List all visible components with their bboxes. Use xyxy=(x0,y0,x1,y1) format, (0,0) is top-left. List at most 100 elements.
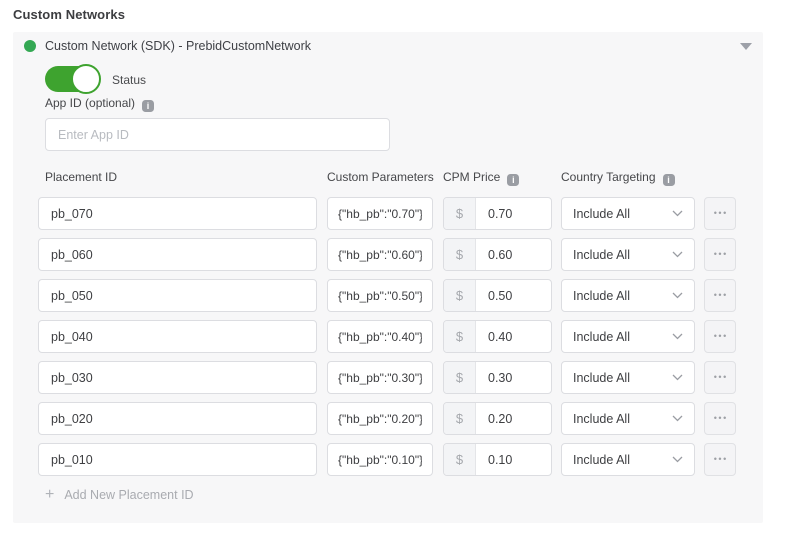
custom-parameters-input[interactable] xyxy=(327,402,433,435)
column-header-custom-parameters: Custom Parameters xyxy=(327,170,434,184)
custom-network-card: Custom Network (SDK) - PrebidCustomNetwo… xyxy=(13,32,763,523)
ellipsis-icon: ••• xyxy=(712,455,727,464)
cpm-price-header-text: CPM Price xyxy=(443,170,500,184)
cpm-price-input[interactable] xyxy=(476,239,551,270)
placement-row: $ Include All ••• xyxy=(13,197,763,230)
ellipsis-icon: ••• xyxy=(712,209,727,218)
info-icon[interactable]: i xyxy=(507,174,519,186)
currency-symbol: $ xyxy=(444,444,476,475)
country-targeting-value: Include All xyxy=(573,289,630,303)
info-icon[interactable]: i xyxy=(142,100,154,112)
placement-row: $ Include All ••• xyxy=(13,361,763,394)
row-options-button[interactable]: ••• xyxy=(704,443,736,476)
placement-id-input[interactable] xyxy=(38,443,317,476)
row-options-button[interactable]: ••• xyxy=(704,238,736,271)
currency-symbol: $ xyxy=(444,280,476,311)
country-targeting-select[interactable]: Include All xyxy=(561,238,695,271)
status-dot-icon xyxy=(24,40,36,52)
chevron-down-icon xyxy=(672,456,683,463)
collapse-chevron-icon[interactable] xyxy=(740,43,752,50)
placement-row: $ Include All ••• xyxy=(13,238,763,271)
cpm-price-input[interactable] xyxy=(476,198,551,229)
row-options-button[interactable]: ••• xyxy=(704,279,736,312)
cpm-price-field: $ xyxy=(443,197,552,230)
chevron-down-icon xyxy=(672,333,683,340)
placement-id-input[interactable] xyxy=(38,361,317,394)
add-new-placement-button[interactable]: + Add New Placement ID xyxy=(45,487,194,503)
column-header-country-targeting: Country Targeting i xyxy=(561,170,675,186)
country-targeting-select[interactable]: Include All xyxy=(561,361,695,394)
country-targeting-header-text: Country Targeting xyxy=(561,170,656,184)
status-label: Status xyxy=(112,73,146,87)
country-targeting-value: Include All xyxy=(573,412,630,426)
cpm-price-input[interactable] xyxy=(476,280,551,311)
chevron-down-icon xyxy=(672,374,683,381)
country-targeting-value: Include All xyxy=(573,330,630,344)
currency-symbol: $ xyxy=(444,321,476,352)
app-id-label-text: App ID (optional) xyxy=(45,96,135,110)
placement-id-input[interactable] xyxy=(38,197,317,230)
placement-row: $ Include All ••• xyxy=(13,402,763,435)
cpm-price-input[interactable] xyxy=(476,362,551,393)
cpm-price-input[interactable] xyxy=(476,403,551,434)
placement-row: $ Include All ••• xyxy=(13,279,763,312)
row-options-button[interactable]: ••• xyxy=(704,197,736,230)
custom-parameters-input[interactable] xyxy=(327,361,433,394)
custom-parameters-input[interactable] xyxy=(327,238,433,271)
ellipsis-icon: ••• xyxy=(712,414,727,423)
status-toggle[interactable] xyxy=(45,66,91,92)
custom-parameters-input[interactable] xyxy=(327,197,433,230)
cpm-price-field: $ xyxy=(443,238,552,271)
chevron-down-icon xyxy=(672,210,683,217)
country-targeting-select[interactable]: Include All xyxy=(561,279,695,312)
country-targeting-value: Include All xyxy=(573,248,630,262)
cpm-price-field: $ xyxy=(443,361,552,394)
page-title: Custom Networks xyxy=(13,7,125,22)
currency-symbol: $ xyxy=(444,239,476,270)
currency-symbol: $ xyxy=(444,403,476,434)
country-targeting-select[interactable]: Include All xyxy=(561,443,695,476)
country-targeting-select[interactable]: Include All xyxy=(561,197,695,230)
cpm-price-input[interactable] xyxy=(476,321,551,352)
cpm-price-field: $ xyxy=(443,443,552,476)
custom-parameters-input[interactable] xyxy=(327,279,433,312)
country-targeting-value: Include All xyxy=(573,453,630,467)
row-options-button[interactable]: ••• xyxy=(704,402,736,435)
cpm-price-field: $ xyxy=(443,402,552,435)
chevron-down-icon xyxy=(672,251,683,258)
ellipsis-icon: ••• xyxy=(712,373,727,382)
cpm-price-field: $ xyxy=(443,320,552,353)
network-name: Custom Network (SDK) - PrebidCustomNetwo… xyxy=(45,40,311,53)
chevron-down-icon xyxy=(672,415,683,422)
info-icon[interactable]: i xyxy=(663,174,675,186)
app-id-label: App ID (optional) i xyxy=(45,96,154,112)
custom-parameters-input[interactable] xyxy=(327,443,433,476)
plus-icon: + xyxy=(45,487,54,503)
placement-id-input[interactable] xyxy=(38,238,317,271)
country-targeting-select[interactable]: Include All xyxy=(561,320,695,353)
country-targeting-value: Include All xyxy=(573,371,630,385)
cpm-price-field: $ xyxy=(443,279,552,312)
currency-symbol: $ xyxy=(444,198,476,229)
status-toggle-knob xyxy=(71,64,101,94)
custom-parameters-input[interactable] xyxy=(327,320,433,353)
row-options-button[interactable]: ••• xyxy=(704,361,736,394)
app-id-input[interactable] xyxy=(45,118,390,151)
chevron-down-icon xyxy=(672,292,683,299)
ellipsis-icon: ••• xyxy=(712,332,727,341)
ellipsis-icon: ••• xyxy=(712,250,727,259)
column-header-placement-id: Placement ID xyxy=(45,170,117,184)
placement-row: $ Include All ••• xyxy=(13,320,763,353)
placement-id-input[interactable] xyxy=(38,402,317,435)
country-targeting-select[interactable]: Include All xyxy=(561,402,695,435)
placement-id-input[interactable] xyxy=(38,279,317,312)
column-header-cpm-price: CPM Price i xyxy=(443,170,519,186)
country-targeting-value: Include All xyxy=(573,207,630,221)
placement-id-input[interactable] xyxy=(38,320,317,353)
row-options-button[interactable]: ••• xyxy=(704,320,736,353)
cpm-price-input[interactable] xyxy=(476,444,551,475)
add-new-placement-label: Add New Placement ID xyxy=(64,488,193,502)
ellipsis-icon: ••• xyxy=(712,291,727,300)
placement-row: $ Include All ••• xyxy=(13,443,763,476)
currency-symbol: $ xyxy=(444,362,476,393)
